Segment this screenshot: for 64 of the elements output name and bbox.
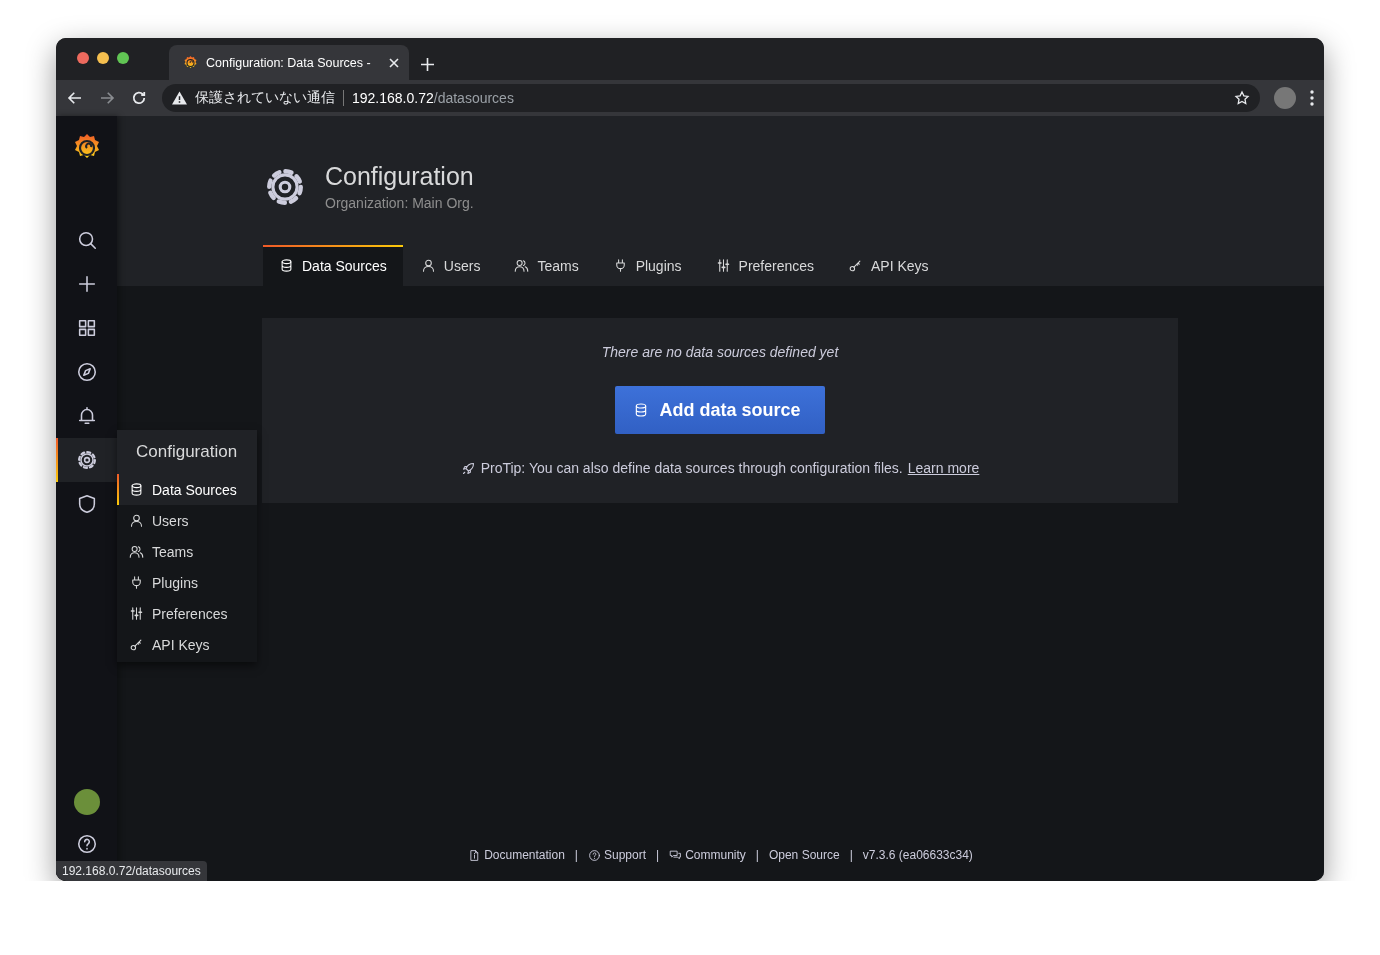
security-label: 保護されていない通信	[195, 89, 335, 107]
user-icon	[129, 513, 144, 528]
footer-link[interactable]: Documentation	[468, 848, 565, 862]
user-icon	[420, 258, 436, 273]
address-bar[interactable]: 保護されていない通信 192.168.0.72/datasources	[162, 84, 1260, 112]
empty-message: There are no data sources defined yet	[601, 344, 839, 360]
tab[interactable]: Teams	[498, 245, 595, 286]
menu-item[interactable]: Teams	[117, 536, 257, 567]
help-icon	[587, 848, 601, 862]
tab[interactable]: Plugins	[596, 245, 698, 286]
comments-icon	[669, 848, 683, 862]
tab[interactable]: Users	[404, 245, 497, 286]
protip-text: ProTip: You can also define data sources through configuration files.	[480, 460, 903, 476]
menu-item[interactable]: API Keys	[117, 629, 257, 660]
close-icon[interactable]	[389, 57, 399, 68]
footer-separator: |	[849, 848, 853, 862]
menu-item[interactable]: Users	[117, 505, 257, 536]
warning-icon	[172, 91, 187, 105]
new-tab-icon[interactable]	[421, 58, 434, 71]
footer-link[interactable]: Support	[587, 848, 646, 862]
browser-tab[interactable]: Configuration: Data Sources -	[169, 45, 409, 80]
page-title: Configuration	[325, 162, 474, 191]
version-text: v7.3.6 (ea06633c34)	[862, 848, 973, 862]
tab[interactable]: API Keys	[832, 245, 945, 286]
database-icon	[129, 482, 144, 497]
key-icon	[129, 637, 144, 652]
settings-icon	[75, 449, 98, 471]
status-url: 192.168.0.72/datasources	[56, 861, 207, 881]
tab[interactable]: Preferences	[699, 245, 831, 286]
avatar[interactable]	[73, 789, 100, 815]
close-window-button[interactable]	[77, 52, 89, 64]
reload-icon[interactable]	[130, 89, 148, 107]
forward-icon[interactable]	[98, 89, 116, 107]
footer-separator: |	[755, 848, 759, 862]
sliders-icon	[715, 258, 731, 273]
database-icon	[279, 258, 294, 273]
menu-item[interactable]: Preferences	[117, 598, 257, 629]
users-icon	[514, 258, 530, 273]
bookmark-star-icon[interactable]	[1234, 90, 1250, 106]
footer-separator: |	[574, 848, 578, 862]
rocket-icon	[460, 460, 476, 476]
footer-link[interactable]: Open Source	[768, 848, 840, 862]
more-menu-icon[interactable]	[1310, 90, 1314, 106]
compass-icon	[75, 361, 98, 383]
page-subtitle: Organization: Main Org.	[325, 195, 474, 211]
back-icon[interactable]	[66, 89, 84, 107]
footer-link[interactable]: Community	[669, 848, 746, 862]
add-data-source-button[interactable]: Add data source	[615, 386, 825, 434]
sidebar-item[interactable]	[56, 438, 117, 482]
tab[interactable]: Data Sources	[263, 245, 403, 286]
tab-favicon-icon[interactable]	[183, 54, 198, 71]
minimize-window-button[interactable]	[97, 52, 109, 64]
profile-avatar[interactable]	[1274, 87, 1296, 109]
zoom-window-button[interactable]	[117, 52, 129, 64]
plug-icon	[129, 575, 144, 590]
flyout-title: Configuration	[117, 430, 257, 474]
footer-separator: |	[656, 848, 660, 862]
users-icon	[129, 544, 144, 559]
menu-item[interactable]: Data Sources	[117, 474, 257, 505]
learn-more-link[interactable]: Learn more	[907, 460, 980, 476]
sliders-icon	[129, 606, 144, 621]
url-text: 192.168.0.72/datasources	[352, 90, 514, 106]
menu-item[interactable]: Plugins	[117, 567, 257, 598]
help-icon	[75, 833, 98, 855]
